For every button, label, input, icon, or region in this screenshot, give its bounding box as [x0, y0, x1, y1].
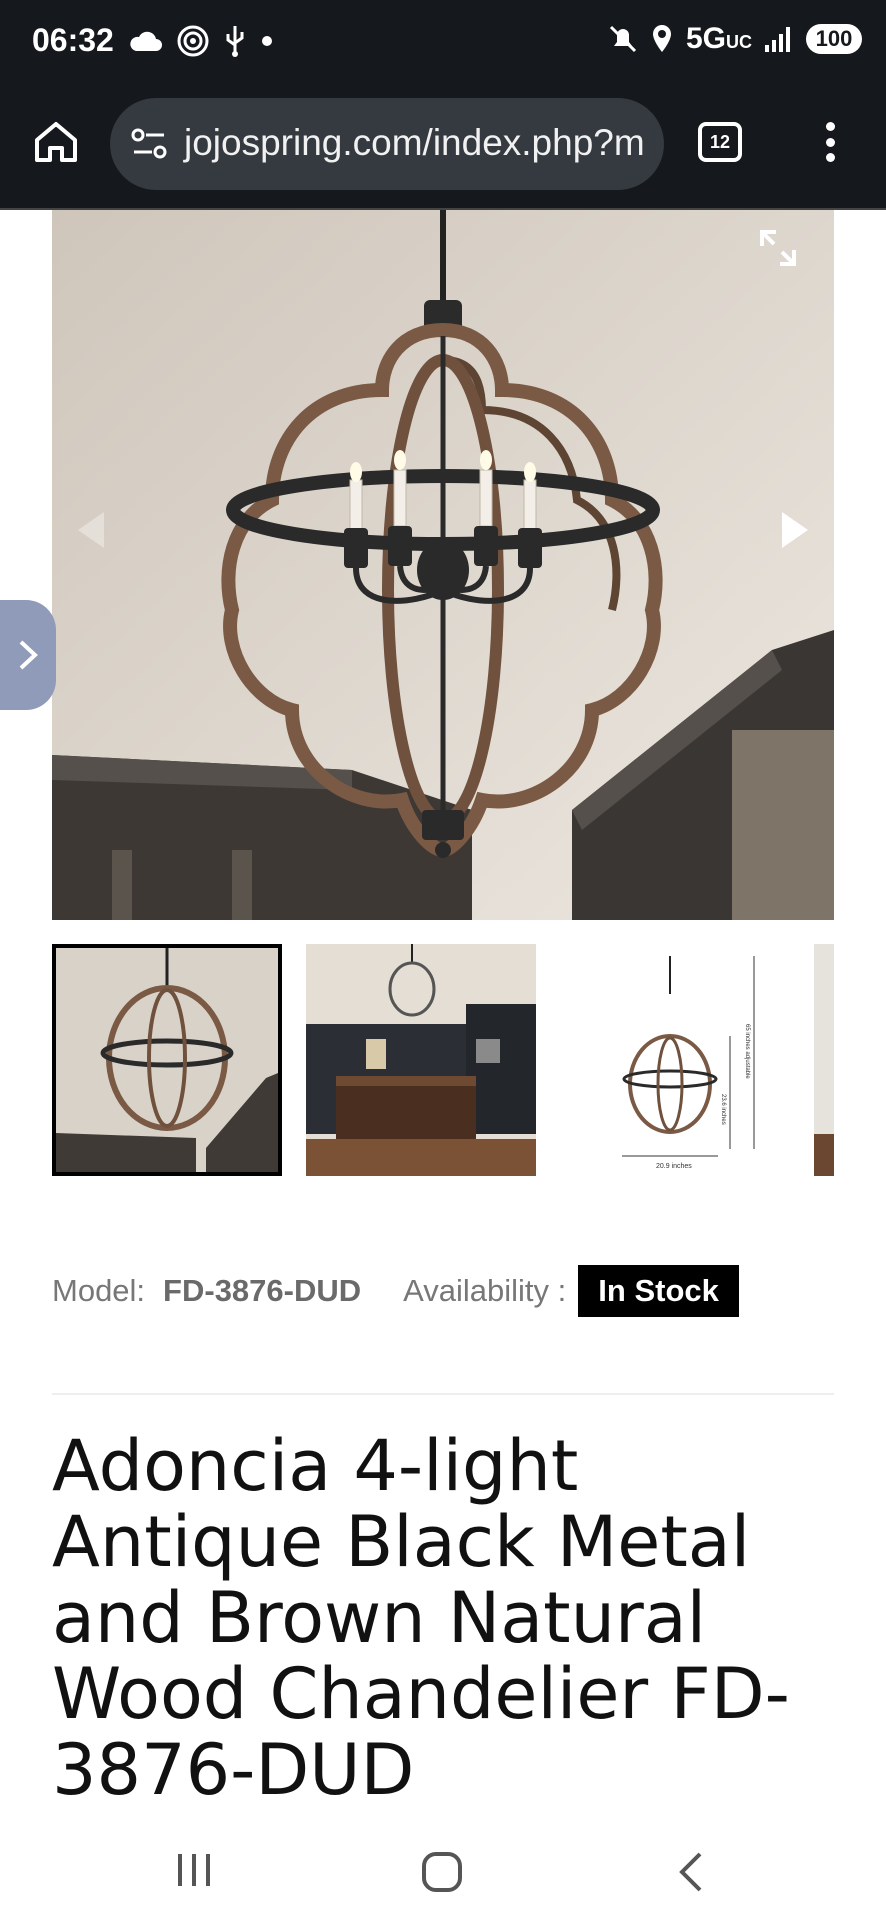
dot-icon — [262, 36, 272, 46]
model-value: FD-3876-DUD — [163, 1273, 362, 1308]
status-left-icons — [128, 24, 274, 58]
back-icon[interactable] — [676, 1850, 706, 1894]
site-settings-icon[interactable] — [130, 126, 168, 162]
signal-icon — [765, 27, 790, 52]
divider — [52, 1393, 834, 1395]
product-meta: Model: FD-3876-DUD Availability : In Sto… — [52, 1262, 739, 1320]
home-nav-icon[interactable] — [420, 1850, 464, 1894]
thumb-kitchen-room[interactable] — [306, 944, 536, 1176]
model-label: Model: — [52, 1273, 146, 1308]
location-icon — [652, 25, 671, 52]
network-sub-label: UC — [726, 32, 752, 52]
status-bar: 06:32 5GUC 100 — [0, 0, 886, 86]
thumb-image — [814, 944, 834, 1176]
height-label: 23.6 inches — [720, 1094, 726, 1125]
thumbnail-strip: 20.9 inches 23.6 inches 65 inches adjust… — [52, 944, 834, 1176]
hotspot-icon — [177, 25, 209, 57]
product-title: Adoncia 4-light Antique Black Metal and … — [52, 1425, 790, 1811]
status-right-icons: 5GUC 100 — [608, 22, 862, 56]
recents-icon[interactable] — [174, 1852, 214, 1888]
next-arrow-icon[interactable] — [778, 510, 812, 550]
chandelier-photo — [52, 210, 834, 920]
thumb-partial[interactable] — [814, 944, 834, 1176]
thumb-chandelier-ceiling[interactable] — [52, 944, 282, 1176]
stock-badge: In Stock — [578, 1265, 739, 1317]
cloud-icon — [130, 31, 162, 51]
chain-label: 65 inches adjustable — [744, 1024, 750, 1079]
prev-arrow-icon[interactable] — [74, 510, 108, 550]
main-product-image[interactable] — [52, 210, 834, 920]
status-time: 06:32 — [32, 22, 114, 58]
more-icon[interactable] — [812, 116, 848, 168]
usb-icon — [226, 26, 244, 57]
expand-icon[interactable] — [758, 228, 798, 268]
thumb-image: 20.9 inches 23.6 inches 65 inches adjust… — [560, 944, 790, 1176]
thumb-image — [306, 944, 536, 1176]
side-panel-toggle[interactable] — [0, 600, 56, 710]
chevron-right-icon — [19, 640, 38, 670]
home-icon — [35, 122, 77, 162]
width-label: 20.9 inches — [656, 1163, 692, 1170]
thumb-image — [56, 948, 278, 1172]
system-nav-bar — [0, 1820, 886, 1920]
home-button[interactable] — [30, 116, 82, 168]
browser-toolbar: jojospring.com/index.php?m 12 — [0, 86, 886, 210]
mute-icon — [609, 25, 637, 53]
tabs-icon[interactable]: 12 — [698, 122, 742, 162]
battery-icon: 100 — [806, 24, 862, 54]
thumb-dimensions[interactable]: 20.9 inches 23.6 inches 65 inches adjust… — [560, 944, 790, 1176]
availability-label: Availability : — [403, 1273, 567, 1308]
url-text[interactable]: jojospring.com/index.php?m — [184, 122, 645, 164]
address-bar[interactable]: jojospring.com/index.php?m — [110, 98, 664, 190]
network-label: 5G — [685, 22, 726, 55]
